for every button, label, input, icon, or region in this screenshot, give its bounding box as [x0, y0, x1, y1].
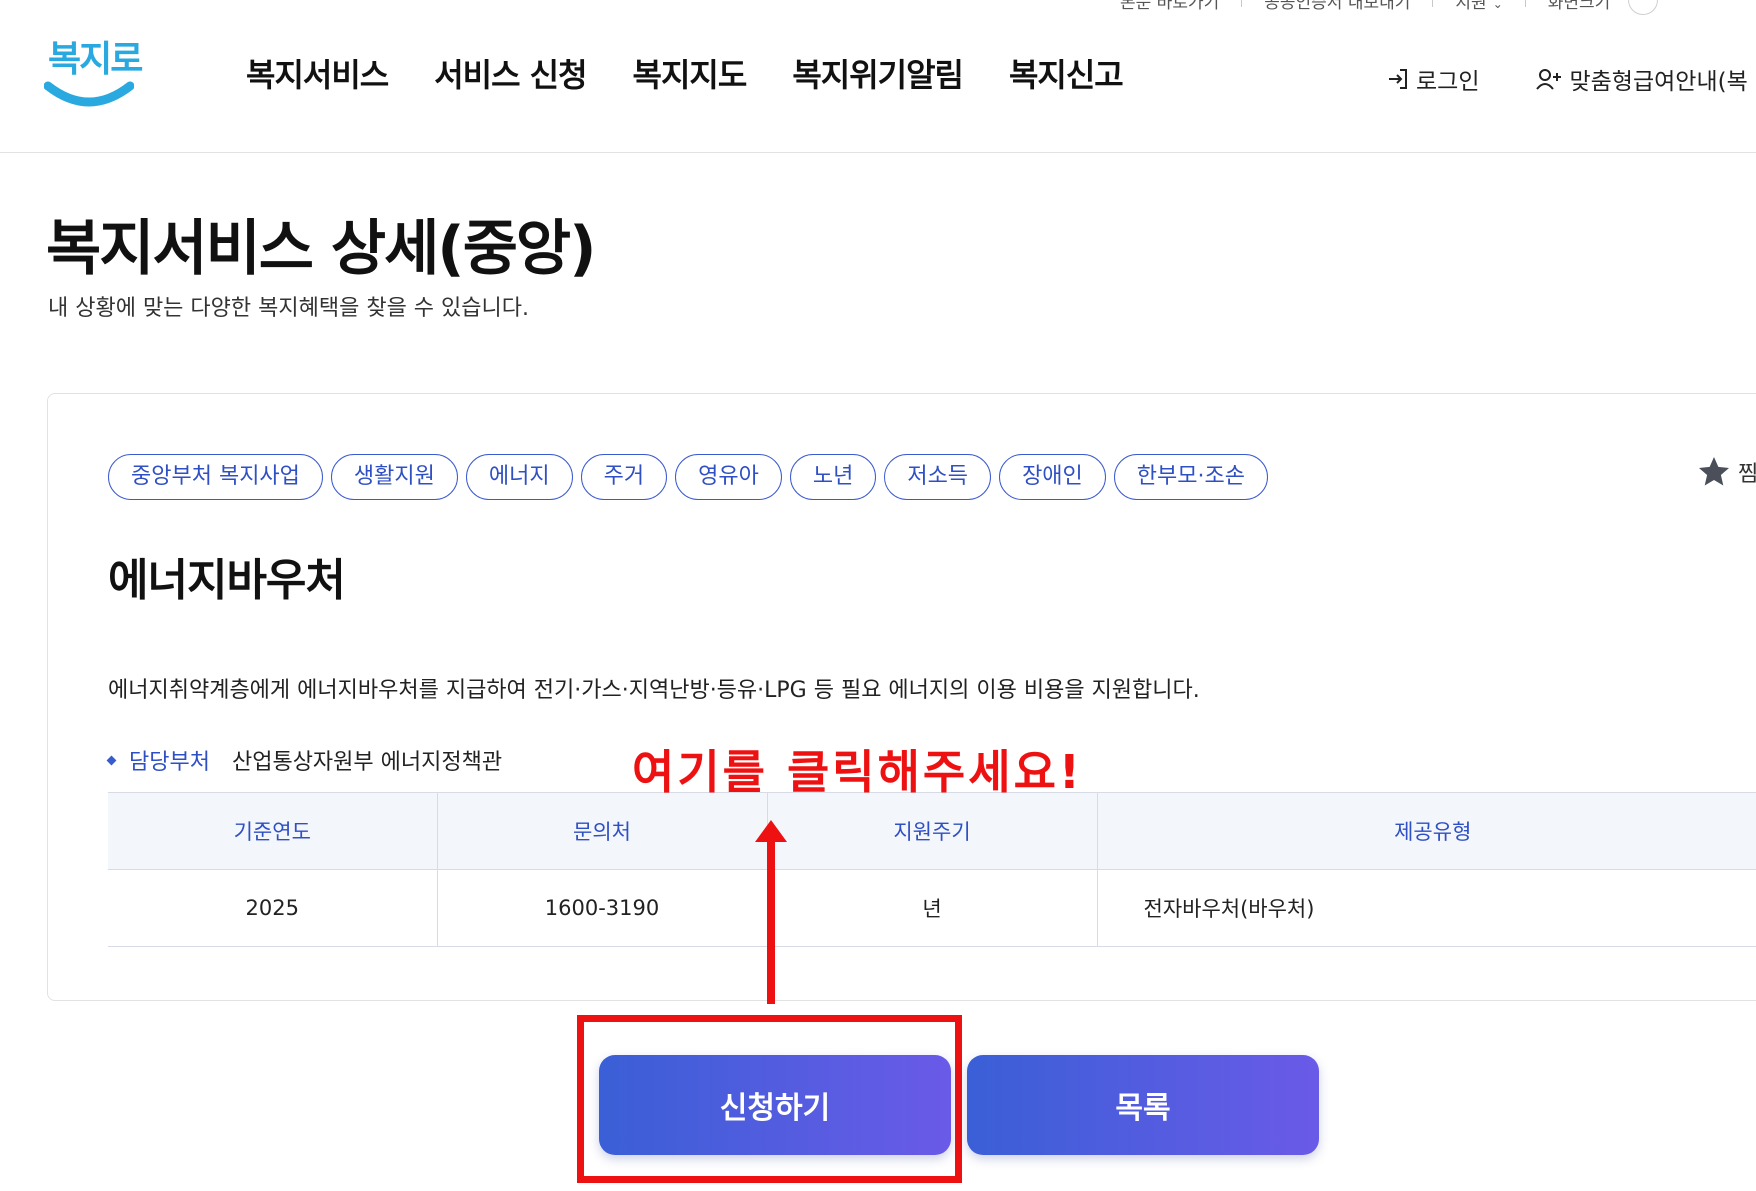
header-contact: 문의처	[437, 792, 768, 870]
tag-infant[interactable]: 영유아	[675, 454, 782, 500]
nav-crisis-alert[interactable]: 복지위기알림	[792, 50, 964, 96]
tag-low-income[interactable]: 저소득	[884, 454, 992, 500]
custom-benefit-label: 맞춤형급여안내(복	[1569, 69, 1748, 95]
login-label: 로그인	[1416, 69, 1480, 95]
star-icon	[1699, 457, 1729, 486]
logo-text: 복지로	[48, 38, 143, 80]
nav-service-apply[interactable]: 서비스 신청	[434, 50, 587, 96]
tag-housing[interactable]: 주거	[580, 454, 668, 500]
login-icon	[1389, 69, 1407, 89]
nav-welfare-map[interactable]: 복지지도	[633, 50, 748, 96]
tag-central-ministry[interactable]: 중앙부처 복지사업	[108, 454, 323, 500]
service-name: 에너지바우처	[108, 555, 346, 606]
tag-living-support[interactable]: 생활지원	[330, 454, 458, 500]
tag-energy[interactable]: 에너지	[465, 454, 573, 500]
main-nav: 복지서비스 서비스 신청 복지지도 복지위기알림 복지신고	[246, 50, 1169, 96]
service-detail-card: 중앙부처 복지사업 생활지원 에너지 주거 영유아 노년 저소득 장애인 한부모…	[47, 393, 1756, 1001]
cell-contact: 1600-3190	[437, 869, 768, 947]
favorite-button[interactable]: 찜	[1696, 454, 1756, 490]
login-link[interactable]: 로그인	[1386, 62, 1479, 96]
favorite-label: 찜	[1738, 462, 1756, 487]
annotation-arrow-icon	[755, 820, 787, 1004]
nav-welfare-report[interactable]: 복지신고	[1009, 50, 1124, 96]
list-button[interactable]: 목록	[967, 1055, 1319, 1155]
header-actions: 로그인 맞춤형급여안내(복	[1386, 62, 1748, 96]
department-label: 담당부처	[129, 750, 210, 775]
category-tags: 중앙부처 복지사업 생활지원 에너지 주거 영유아 노년 저소득 장애인 한부모…	[108, 454, 1268, 500]
table-row: 2025 1600-3190 년 전자바우처(바우처)	[108, 869, 1756, 947]
page-title: 복지서비스 상세(중앙)	[46, 214, 597, 284]
tag-elderly[interactable]: 노년	[789, 454, 877, 500]
site-header: 복지로 복지서비스 서비스 신청 복지지도 복지위기알림 복지신고 로그인 맞춤…	[0, 0, 1756, 153]
service-description: 에너지취약계층에게 에너지바우처를 지급하여 전기·가스·지역난방·등유·LPG…	[108, 678, 1200, 703]
service-info-table: 기준연도 문의처 지원주기 제공유형 2025 1600-3190 년 전자바우…	[108, 792, 1756, 947]
tag-single-parent[interactable]: 한부모·조손	[1113, 454, 1268, 500]
header-provision-type: 제공유형	[1097, 792, 1756, 870]
custom-benefit-link[interactable]: 맞춤형급여안내(복	[1535, 62, 1748, 96]
user-plus-icon	[1536, 69, 1562, 90]
cell-provision-type: 전자바우처(바우처)	[1097, 869, 1756, 947]
logo-smile-icon	[44, 81, 134, 107]
header-support-cycle: 지원주기	[767, 792, 1098, 870]
annotation-text: 여기를 클릭해주세요!	[632, 745, 1083, 799]
bullet-icon	[106, 755, 117, 765]
department-value: 산업통상자원부 에너지정책관	[231, 750, 503, 775]
tag-disabled[interactable]: 장애인	[999, 454, 1106, 500]
logo[interactable]: 복지로	[44, 30, 143, 112]
table-header-row: 기준연도 문의처 지원주기 제공유형	[108, 792, 1756, 870]
page-subtitle: 내 상황에 맞는 다양한 복지혜택을 찾을 수 있습니다.	[48, 296, 529, 321]
department-info: 담당부처 산업통상자원부 에너지정책관	[106, 744, 503, 776]
nav-welfare-service[interactable]: 복지서비스	[246, 50, 389, 96]
cell-support-cycle: 년	[767, 869, 1098, 947]
apply-button[interactable]: 신청하기	[599, 1055, 951, 1155]
cell-base-year: 2025	[108, 869, 438, 947]
header-base-year: 기준연도	[108, 792, 438, 870]
